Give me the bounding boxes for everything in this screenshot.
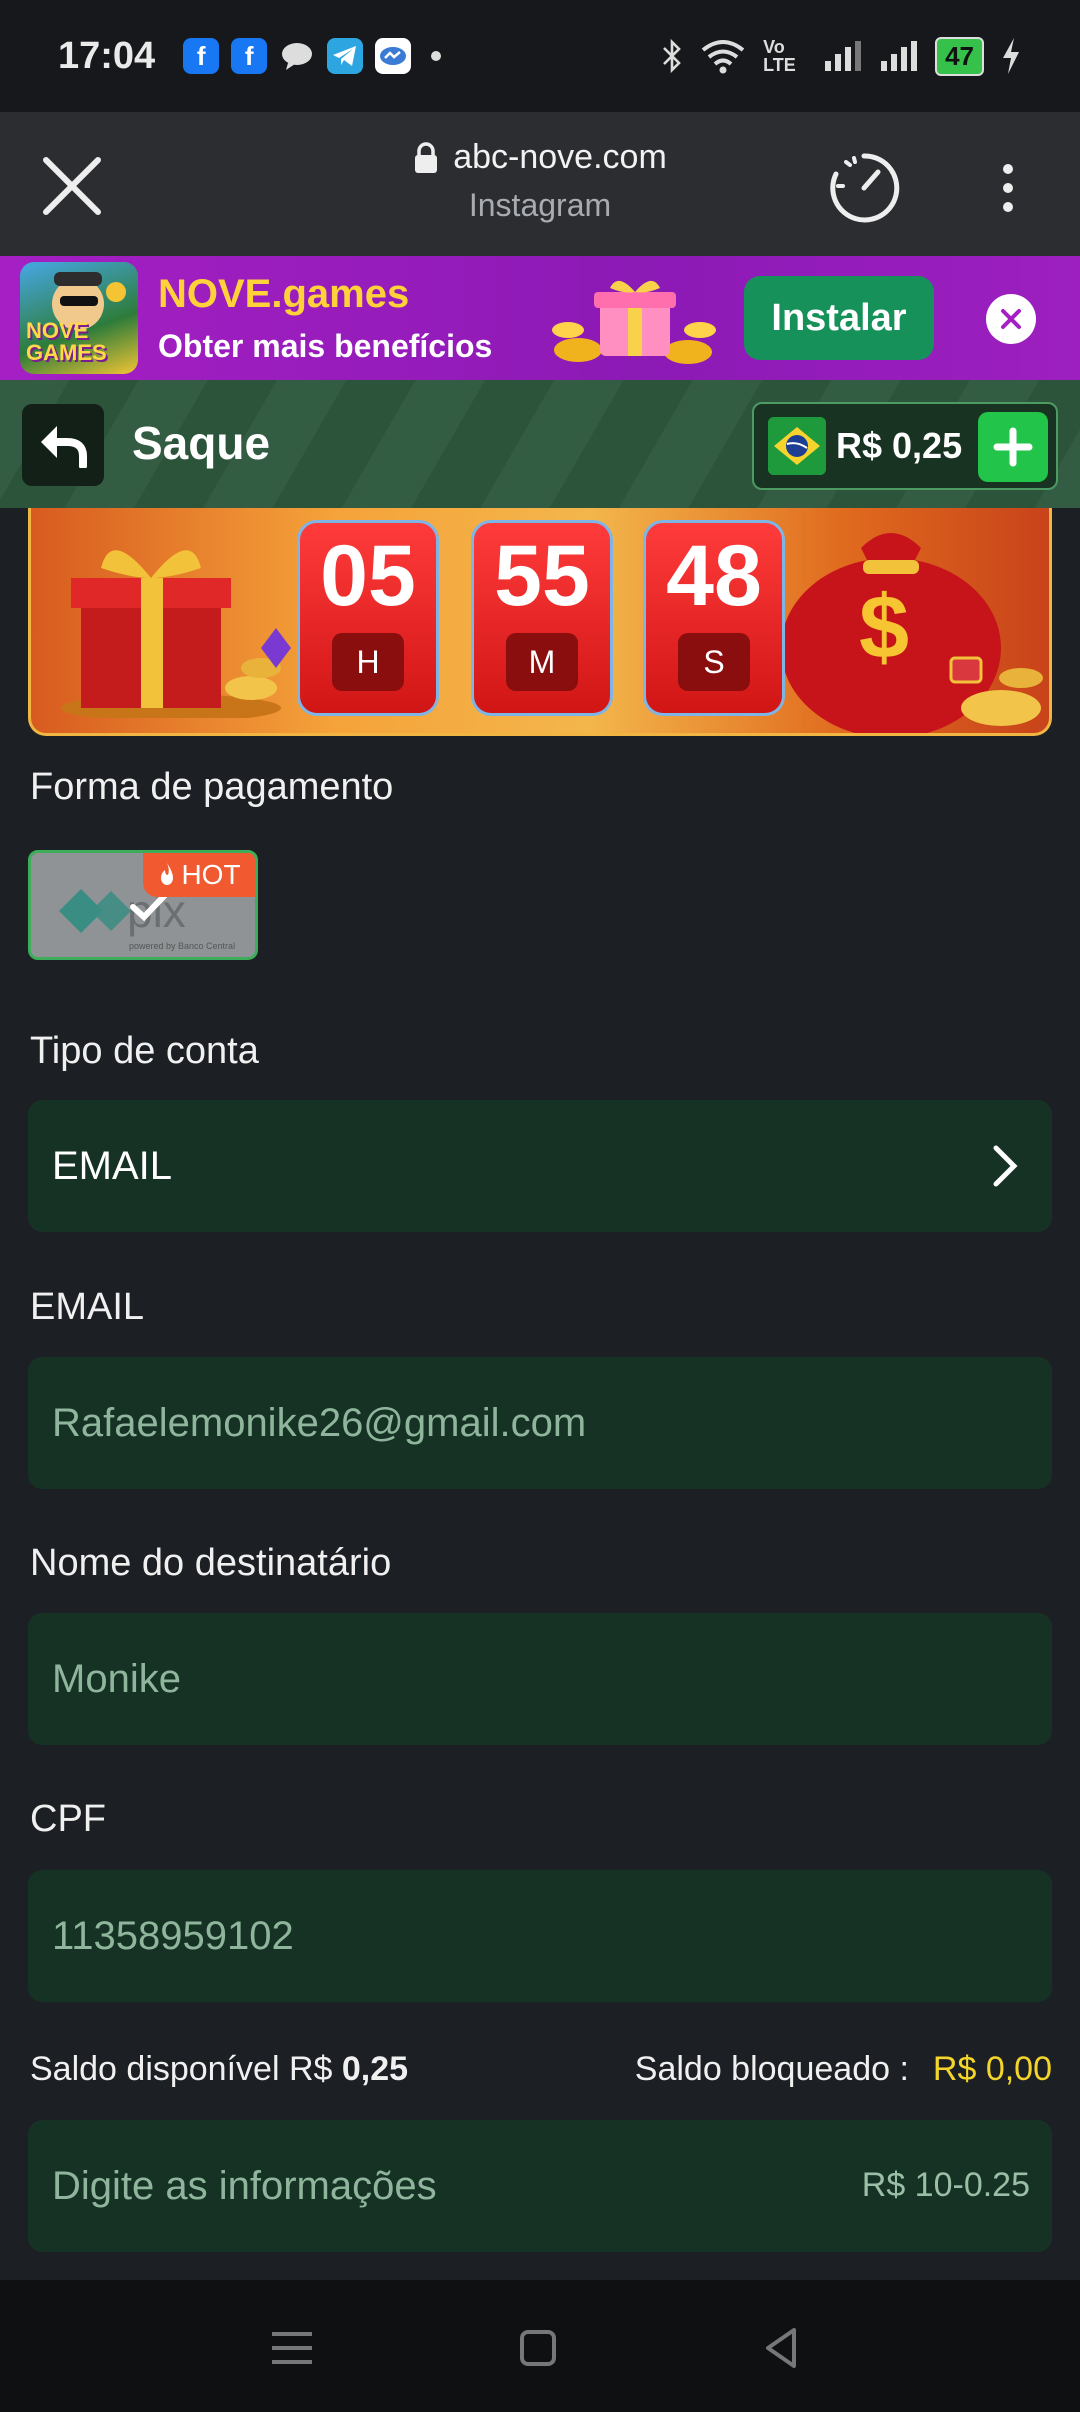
status-bar: 17:04 f f Vo LTE 47 <box>0 0 1080 112</box>
withdraw-amount-range: R$ 10-0.25 <box>861 2166 1030 2204</box>
signal-icon <box>881 41 918 71</box>
chat-bubble-icon <box>279 38 315 74</box>
recipient-name-value: Monike <box>52 1656 181 1701</box>
available-balance: Saldo disponível R$ 0,25 <box>30 2050 408 2089</box>
facebook-icon: f <box>231 38 268 74</box>
gift-coins-image <box>552 280 716 364</box>
recipient-name-label: Nome do destinatário <box>30 1542 392 1584</box>
hot-badge-label: HOT <box>181 859 241 890</box>
install-button[interactable]: Instalar <box>744 276 934 360</box>
facebook-icon: f <box>183 38 220 74</box>
url-source: Instagram <box>468 186 612 223</box>
page-title: Saque <box>132 417 271 469</box>
blocked-balance: Saldo bloqueado : R$ 0,00 <box>635 2050 1052 2089</box>
wifi-icon <box>701 40 745 74</box>
messenger-icon <box>375 38 412 74</box>
svg-text:$: $ <box>859 578 909 678</box>
url-domain: abc-nove.com <box>453 138 667 176</box>
home-icon[interactable] <box>510 2320 566 2376</box>
charging-icon <box>1003 38 1019 74</box>
app-logo: NOVE GAMES <box>20 262 138 374</box>
cpf-field[interactable]: 11358959102 <box>28 1870 1052 2002</box>
withdraw-amount-input[interactable]: Digite as informações R$ 10-0.25 <box>28 2120 1052 2252</box>
recipient-name-field[interactable]: Monike <box>28 1613 1052 1745</box>
volte-label: Vo LTE <box>763 37 796 75</box>
close-banner-icon[interactable] <box>986 294 1036 344</box>
available-balance-label: Saldo disponível R$ <box>30 2050 333 2088</box>
system-indicators: Vo LTE 47 <box>661 36 1022 76</box>
bluetooth-icon <box>663 39 681 73</box>
countdown-seconds-value: 48 <box>666 528 762 624</box>
back-arrow-icon <box>41 426 87 468</box>
email-field[interactable]: Rafaelemonike26@gmail.com <box>28 1357 1052 1489</box>
blocked-balance-value: R$ 0,00 <box>932 2050 1052 2088</box>
cpf-label: CPF <box>30 1798 106 1840</box>
telegram-icon <box>327 38 364 74</box>
back-nav-icon[interactable] <box>754 2320 810 2376</box>
countdown-minutes-unit: M <box>506 633 578 691</box>
countdown-seconds-unit: S <box>678 633 750 691</box>
hot-badge: HOT <box>143 853 255 897</box>
back-button[interactable] <box>22 404 104 486</box>
flame-icon <box>161 863 174 885</box>
countdown-minutes-value: 55 <box>494 528 590 624</box>
chevron-right-icon <box>993 1145 1018 1187</box>
more-notifications-dot <box>431 51 442 61</box>
app-logo-text: NOVE GAMES <box>26 318 107 365</box>
money-bag-image: $ <box>781 533 1043 733</box>
url-display[interactable]: abc-nove.com Instagram <box>0 138 1080 224</box>
page-header: Saque R$ 0,25 <box>0 380 1080 508</box>
balance-amount: R$ 0,25 <box>836 425 963 466</box>
recent-apps-icon[interactable] <box>264 2320 320 2376</box>
browser-toolbar: abc-nove.com Instagram <box>0 112 1080 256</box>
plus-icon <box>993 427 1033 467</box>
account-type-label: Tipo de conta <box>30 1030 259 1072</box>
notification-icons: f f <box>183 38 442 74</box>
withdraw-amount-placeholder: Digite as informações <box>52 2163 437 2208</box>
battery-indicator: 47 <box>935 36 984 76</box>
email-value: Rafaelemonike26@gmail.com <box>52 1400 587 1445</box>
banner-subtitle: Obter mais benefícios <box>158 328 493 364</box>
countdown-hours-unit: H <box>332 633 404 691</box>
gift-box-image <box>61 550 291 718</box>
payment-option-pix[interactable]: pix powered by Banco Central HOT <box>28 850 258 960</box>
countdown-minutes: 55 M <box>471 520 613 716</box>
account-type-select[interactable]: EMAIL <box>28 1100 1052 1232</box>
countdown-hours-value: 05 <box>320 528 416 624</box>
pix-caption: powered by Banco Central <box>129 941 235 951</box>
countdown-seconds: 48 S <box>643 520 785 716</box>
more-options-icon[interactable] <box>990 158 1026 218</box>
balance-widget[interactable]: R$ 0,25 <box>752 402 1058 490</box>
brazil-flag-icon <box>768 417 826 475</box>
account-type-value: EMAIL <box>52 1143 173 1188</box>
add-funds-button[interactable] <box>978 412 1048 482</box>
email-label: EMAIL <box>30 1286 145 1328</box>
install-banner: NOVE GAMES NOVE.games Obter mais benefíc… <box>0 256 1080 380</box>
status-time: 17:04 <box>58 34 156 77</box>
cpf-value: 11358959102 <box>52 1913 294 1958</box>
lock-icon <box>415 141 438 173</box>
countdown-hours: 05 H <box>297 520 439 716</box>
banner-title: NOVE.games <box>158 272 410 316</box>
available-balance-value: 0,25 <box>341 2050 409 2088</box>
signal-icon <box>825 41 862 71</box>
system-navigation-bar <box>0 2280 1080 2412</box>
payment-method-label: Forma de pagamento <box>30 766 394 808</box>
blocked-balance-label: Saldo bloqueado : <box>634 2050 909 2088</box>
timer-icon[interactable] <box>826 150 902 226</box>
promo-countdown-banner[interactable]: $ 05 H 55 M 48 S <box>28 508 1052 736</box>
